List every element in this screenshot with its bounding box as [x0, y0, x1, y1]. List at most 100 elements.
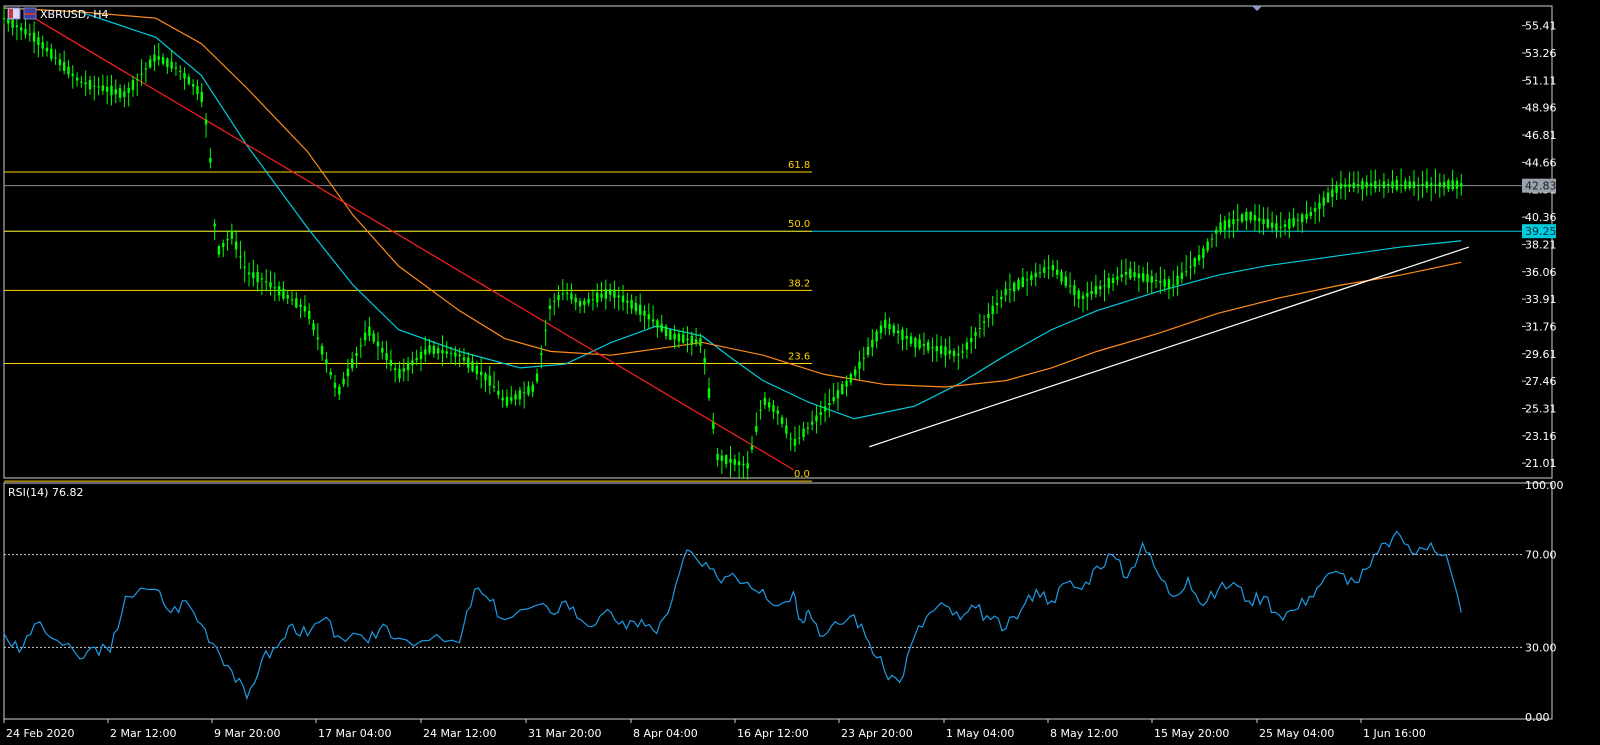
candle-body	[686, 338, 689, 341]
time-tick-label: 17 Mar 04:00	[318, 727, 391, 740]
candle-body	[944, 346, 947, 356]
candle-body	[1219, 222, 1222, 232]
candle-body	[406, 362, 410, 371]
candle-body	[995, 302, 999, 305]
candle-body	[277, 286, 281, 296]
candle-body	[591, 299, 595, 301]
fibonacci-level-label: 23.6	[788, 351, 810, 362]
candle-body	[411, 360, 414, 366]
candle-body	[329, 371, 332, 376]
candle-body	[157, 56, 160, 60]
candle-body	[243, 266, 246, 268]
candle-body	[24, 28, 27, 35]
candle-body	[1180, 272, 1184, 279]
candle-body	[1154, 280, 1158, 282]
candle-body	[1378, 184, 1381, 186]
candle-body	[1451, 180, 1454, 190]
candle-body	[1391, 181, 1394, 189]
candle-body	[656, 320, 659, 328]
candle-body	[1189, 266, 1192, 268]
candle-body	[720, 455, 724, 461]
candle-body	[325, 359, 328, 365]
candle-body	[1068, 285, 1072, 287]
candle-body	[1159, 280, 1162, 283]
candle-body	[892, 325, 896, 334]
candle-body	[750, 445, 754, 450]
candle-body	[269, 282, 272, 288]
candle-body	[441, 350, 444, 354]
candle-body	[484, 373, 487, 381]
candle-body	[866, 346, 870, 355]
candle-body	[909, 336, 913, 344]
candle-body	[948, 350, 951, 355]
candle-body	[58, 59, 62, 65]
candle-body	[858, 361, 861, 369]
candle-body	[819, 412, 822, 416]
candle-body	[1365, 182, 1368, 188]
candle-body	[1356, 184, 1360, 187]
candle-body	[1038, 272, 1042, 274]
candle-body	[544, 330, 547, 332]
candle-body	[295, 298, 298, 308]
candle-body	[776, 410, 779, 414]
candle-body	[131, 80, 135, 91]
rsi-panel-frame	[3, 482, 1553, 720]
candle-body	[505, 396, 509, 406]
candle-body	[651, 319, 655, 322]
candle-body	[488, 375, 491, 386]
price-tick-label: 40.36	[1525, 211, 1557, 224]
candle-body	[11, 19, 14, 28]
time-tick-label: 16 Apr 12:00	[737, 727, 809, 740]
candle-body	[884, 319, 887, 328]
candle-body	[234, 241, 238, 250]
candle-body	[514, 394, 517, 400]
candle-body	[531, 384, 534, 392]
candle-body	[1326, 192, 1330, 203]
candle-body	[290, 299, 294, 301]
candle-body	[1404, 180, 1407, 189]
candle-body	[767, 402, 771, 408]
candle-body	[1055, 269, 1059, 275]
candle-body	[114, 89, 117, 95]
candle-body	[191, 84, 195, 87]
candle-body	[1047, 267, 1050, 269]
candle-body	[32, 32, 36, 42]
candle-body	[1008, 289, 1012, 291]
price-tick-label: 21.01	[1525, 457, 1557, 470]
candle-body	[982, 321, 986, 323]
candle-body	[1223, 220, 1227, 231]
candle-body	[282, 288, 285, 299]
candle-body	[62, 62, 66, 71]
candle-body	[1193, 257, 1196, 267]
candle-body	[170, 61, 173, 69]
candle-body	[273, 287, 277, 289]
candle-body	[342, 378, 345, 385]
candle-body	[690, 335, 694, 345]
line-price-badge-label: 39.25	[1525, 225, 1557, 238]
rsi-header-label: RSI(14) 76.82	[8, 486, 83, 499]
candle-body	[1258, 218, 1261, 222]
candle-body	[1279, 226, 1282, 228]
candle-body	[1013, 282, 1016, 292]
candle-body	[621, 295, 625, 303]
candle-body	[939, 345, 943, 354]
candle-body	[1021, 277, 1025, 288]
candle-body	[41, 42, 44, 49]
candle-body	[1202, 248, 1205, 258]
candle-body	[888, 323, 891, 330]
candle-body	[828, 402, 831, 406]
price-tick-label: 46.81	[1525, 129, 1557, 142]
price-tick-label: 36.06	[1525, 266, 1557, 279]
candle-body	[583, 300, 586, 306]
candle-body	[772, 405, 775, 412]
candle-body	[196, 86, 199, 95]
candle-body	[359, 345, 362, 347]
candle-body	[333, 382, 337, 388]
candle-body	[849, 374, 853, 383]
candle-body	[634, 302, 638, 312]
candle-body	[385, 353, 388, 361]
candle-body	[320, 345, 324, 355]
candle-body	[110, 85, 113, 96]
candle-body	[935, 345, 939, 352]
candle-body	[1197, 255, 1201, 261]
